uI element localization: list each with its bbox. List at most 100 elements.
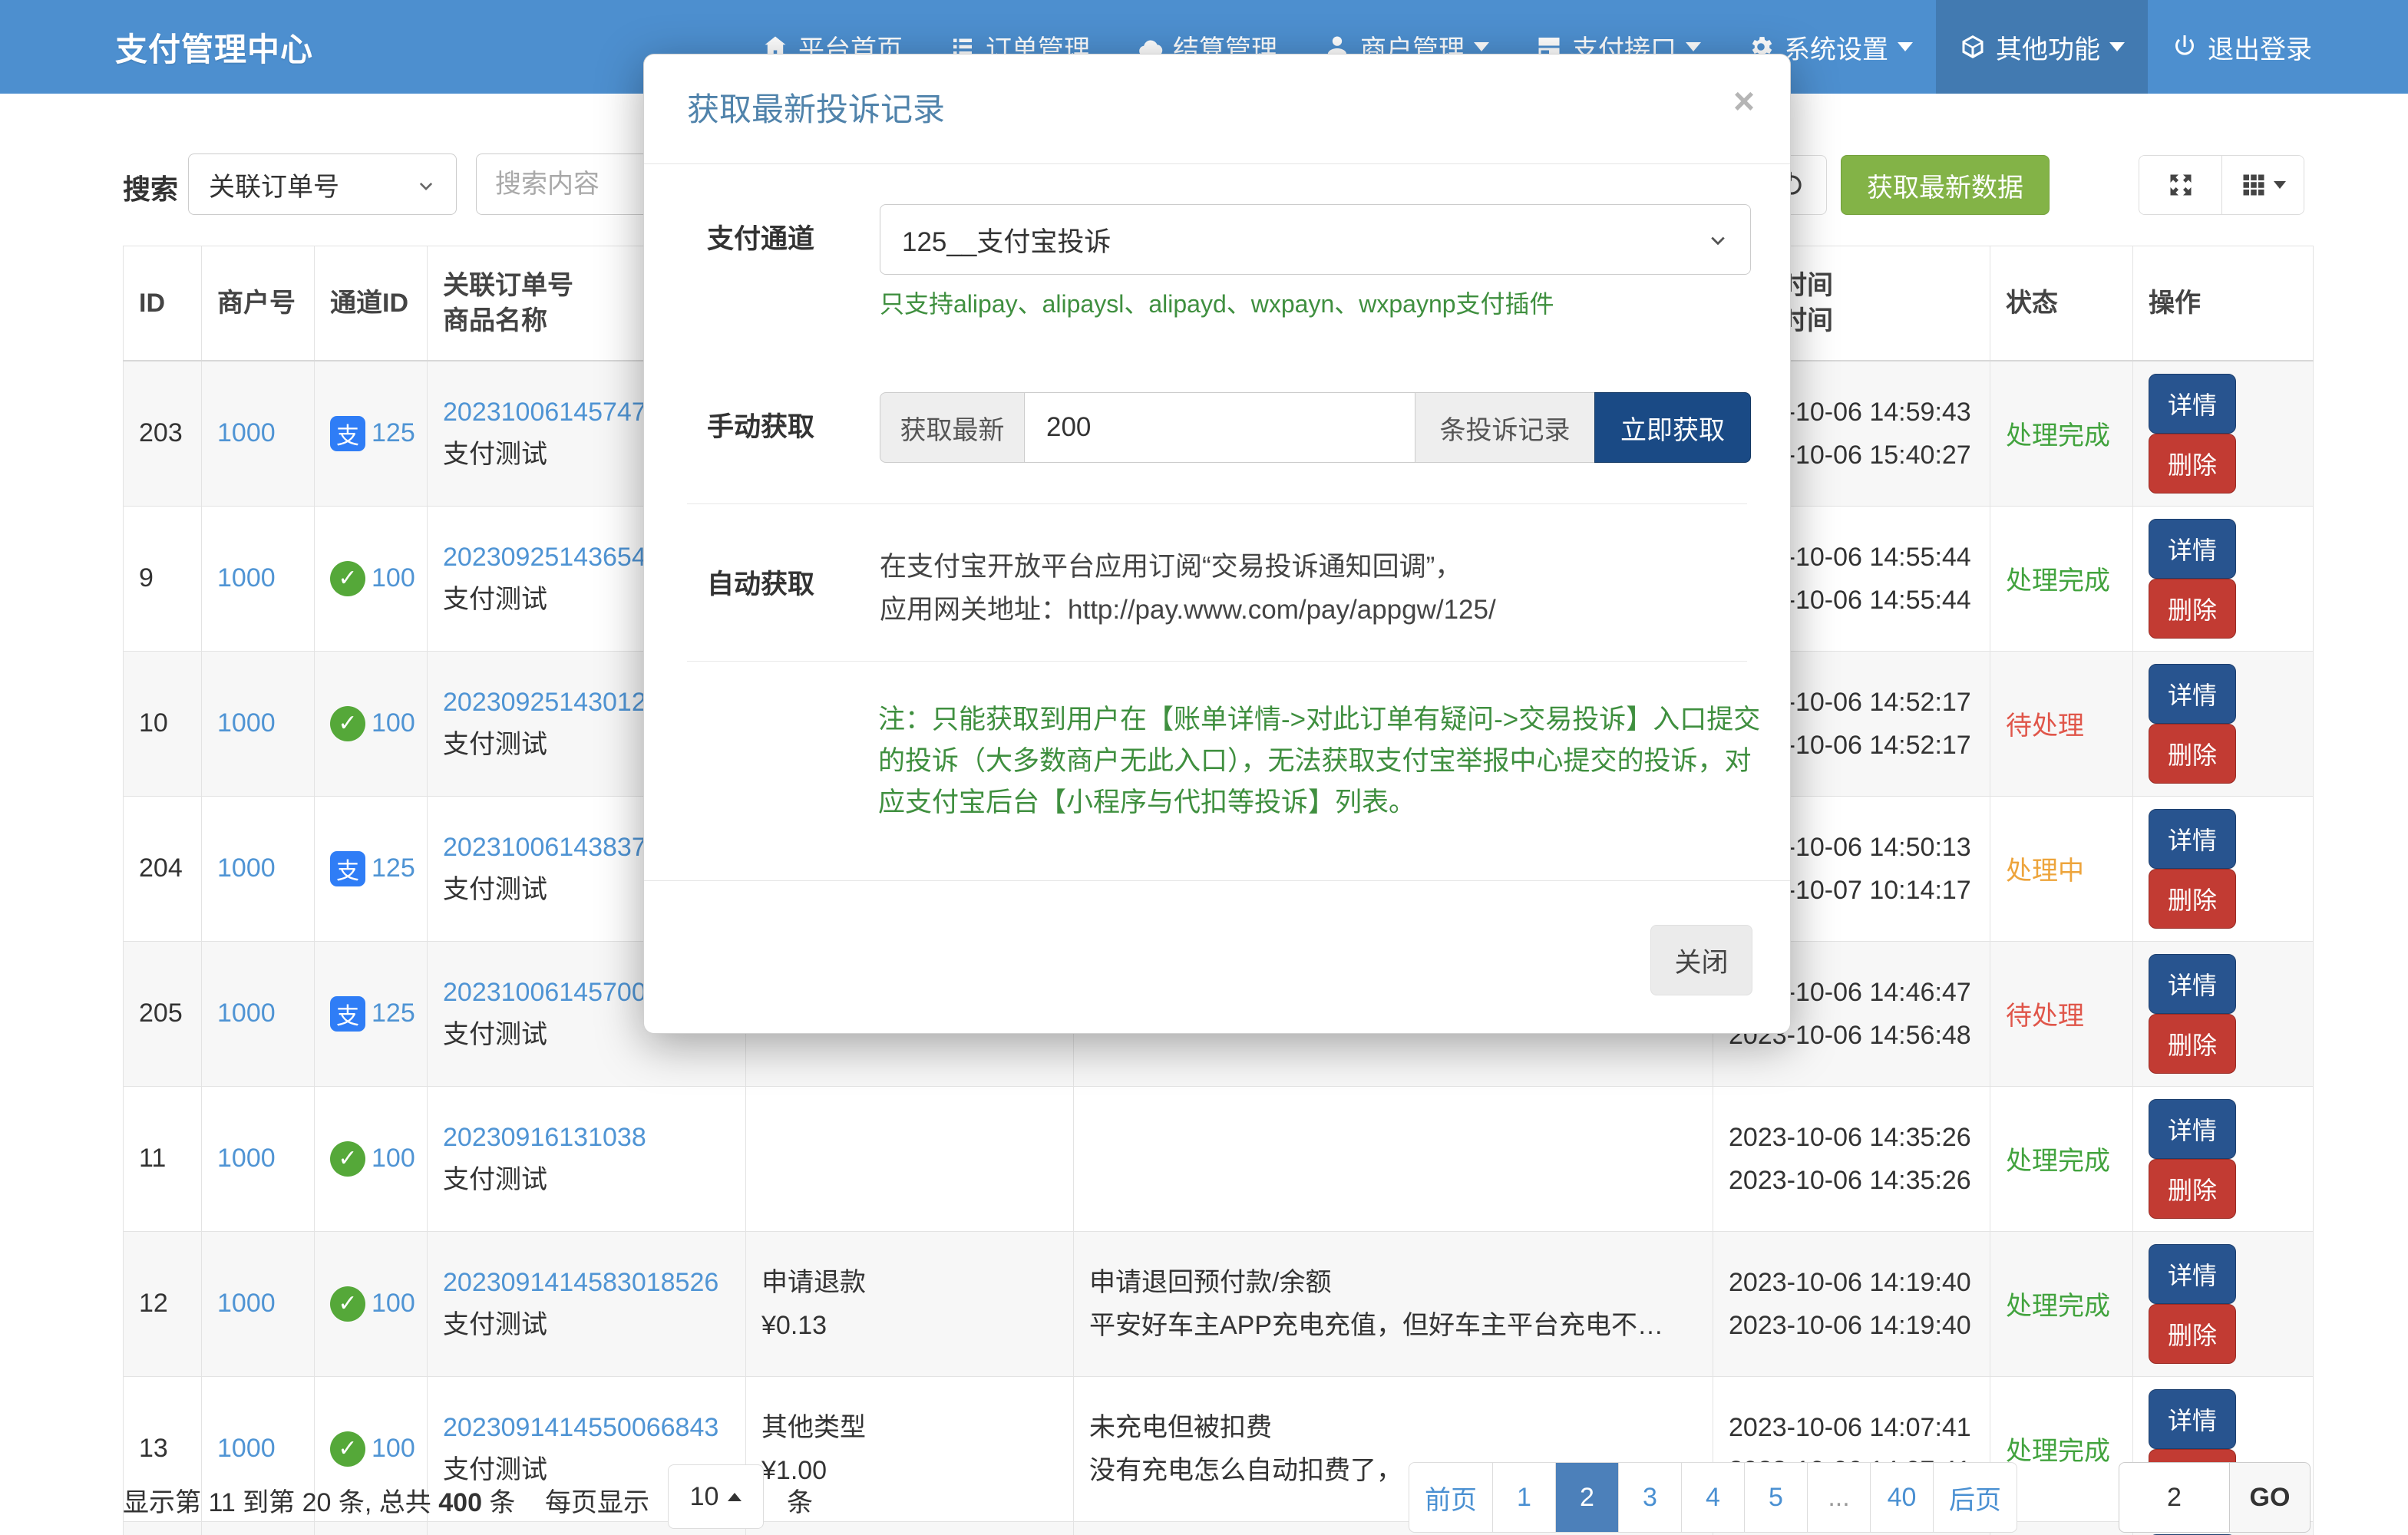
delete-button[interactable]: 删除 xyxy=(2149,869,2236,929)
order-number-link[interactable]: 20231006145747 xyxy=(443,398,646,427)
complaint-reason: 未充电但被扣费 xyxy=(1089,1406,1697,1449)
cell-actions: 详情删除 xyxy=(2133,506,2314,651)
cube-icon xyxy=(1959,33,1987,61)
alipay-channel-icon: 支 xyxy=(330,416,365,451)
payment-channel-select[interactable]: 125__支付宝投诉 xyxy=(880,204,1751,275)
cell-order: 20230916131038 支付测试 xyxy=(428,1086,746,1231)
delete-button[interactable]: 删除 xyxy=(2149,1304,2236,1364)
channel-id-link[interactable]: 125 xyxy=(372,418,415,448)
detail-button[interactable]: 详情 xyxy=(2149,664,2236,724)
status-badge: 处理完成 xyxy=(2006,1437,2110,1466)
column-header: 操作 xyxy=(2133,246,2314,361)
detail-button[interactable]: 详情 xyxy=(2149,1389,2236,1449)
delete-button[interactable]: 删除 xyxy=(2149,724,2236,784)
delete-button[interactable]: 删除 xyxy=(2149,579,2236,639)
complaint-amount: ¥0.13 xyxy=(761,1304,1058,1347)
cell-channel: 支 125 xyxy=(315,796,428,941)
fetch-complaints-modal: 获取最新投诉记录 × 支付通道 125__支付宝投诉 只支持alipay、ali… xyxy=(643,54,1791,1034)
record-stats: 显示第 11 到第 20 条, 总共 400 条 xyxy=(123,1481,515,1519)
delete-button[interactable]: 删除 xyxy=(2149,1014,2236,1074)
grid-icon xyxy=(2240,171,2268,199)
close-icon[interactable]: × xyxy=(1733,84,1755,120)
status-badge: 待处理 xyxy=(2006,1002,2084,1031)
fetch-now-button[interactable]: 立即获取 xyxy=(1594,392,1751,463)
channel-id-link[interactable]: 100 xyxy=(372,708,415,738)
cell-id: 11 xyxy=(124,1086,202,1231)
delete-button[interactable]: 删除 xyxy=(2149,434,2236,494)
caret-down-icon xyxy=(1898,42,1913,51)
cell-actions: 详情删除 xyxy=(2133,1086,2314,1231)
channel-id-link[interactable]: 100 xyxy=(372,1434,415,1464)
product-name: 支付测试 xyxy=(443,1158,730,1201)
power-icon xyxy=(2171,33,2198,61)
search-type-select[interactable]: 关联订单号 xyxy=(188,154,457,215)
cell-merchant: 1000 xyxy=(202,1086,315,1231)
channel-id-link[interactable]: 125 xyxy=(372,853,415,883)
status-badge: 待处理 xyxy=(2006,711,2084,741)
page-size-select[interactable]: 10 xyxy=(668,1464,764,1529)
column-header: 状态 xyxy=(1990,246,2133,361)
nav-item-退出登录[interactable]: 退出登录 xyxy=(2148,0,2335,94)
page-jump-go-button[interactable]: GO xyxy=(2230,1462,2311,1533)
wechat-channel-icon: ✓ xyxy=(330,1431,365,1467)
page-button[interactable]: 3 xyxy=(1618,1463,1681,1532)
cell-id: 12 xyxy=(124,1231,202,1376)
detail-button[interactable]: 详情 xyxy=(2149,374,2236,434)
fetch-latest-data-button[interactable]: 获取最新数据 xyxy=(1841,155,2050,215)
cell-id: 204 xyxy=(124,796,202,941)
order-number-link[interactable]: 20230916131038 xyxy=(443,1123,646,1152)
cell-channel: ✓ 100 xyxy=(315,1086,428,1231)
page-button[interactable]: 4 xyxy=(1681,1463,1744,1532)
page-button[interactable]: 1 xyxy=(1492,1463,1555,1532)
modal-close-button[interactable]: 关闭 xyxy=(1650,925,1752,995)
merchant-link[interactable]: 1000 xyxy=(217,708,276,738)
cell-status: 处理完成 xyxy=(1990,361,2133,507)
channel-id-link[interactable]: 125 xyxy=(372,999,415,1028)
detail-button[interactable]: 详情 xyxy=(2149,809,2236,869)
order-number-link[interactable]: 20231006145700 xyxy=(443,978,646,1007)
order-number-link[interactable]: 20230925143012 xyxy=(443,688,646,717)
caret-up-icon xyxy=(728,1493,742,1501)
detail-button[interactable]: 详情 xyxy=(2149,954,2236,1014)
detail-button[interactable]: 详情 xyxy=(2149,519,2236,579)
page-button[interactable]: 后页 xyxy=(1933,1463,2017,1532)
cell-merchant: 1000 xyxy=(202,1231,315,1376)
merchant-link[interactable]: 1000 xyxy=(217,1144,276,1173)
page-button-active[interactable]: 2 xyxy=(1555,1463,1618,1532)
delete-button[interactable]: 删除 xyxy=(2149,1159,2236,1219)
page-jump-input[interactable] xyxy=(2119,1462,2230,1533)
merchant-link[interactable]: 1000 xyxy=(217,1289,276,1318)
merchant-link[interactable]: 1000 xyxy=(217,999,276,1028)
page-button[interactable]: 5 xyxy=(1744,1463,1807,1532)
merchant-link[interactable]: 1000 xyxy=(217,563,276,593)
order-number-link[interactable]: 2023091414583018526 xyxy=(443,1268,718,1297)
page-button[interactable]: 40 xyxy=(1870,1463,1933,1532)
complaint-id: 11 xyxy=(139,1144,166,1173)
modal-title: 获取最新投诉记录 xyxy=(687,54,945,164)
detail-button[interactable]: 详情 xyxy=(2149,1099,2236,1159)
merchant-link[interactable]: 1000 xyxy=(217,1434,276,1463)
fullscreen-button[interactable] xyxy=(2139,156,2221,214)
updated-time: 2023-10-06 14:35:26 xyxy=(1729,1159,1974,1202)
order-number-link[interactable]: 20231006143837 xyxy=(443,833,646,862)
pagination: 前页12345...40后页 xyxy=(1409,1462,2017,1533)
columns-button[interactable] xyxy=(2221,156,2304,214)
merchant-link[interactable]: 1000 xyxy=(217,418,276,447)
status-badge: 处理完成 xyxy=(2006,1292,2110,1321)
merchant-link[interactable]: 1000 xyxy=(217,853,276,883)
detail-button[interactable]: 详情 xyxy=(2149,1244,2236,1304)
cell-status: 处理完成 xyxy=(1990,1231,2133,1376)
channel-id-link[interactable]: 100 xyxy=(372,563,415,593)
channel-id-link[interactable]: 100 xyxy=(372,1144,415,1174)
nav-item-其他功能[interactable]: 其他功能 xyxy=(1936,0,2148,94)
fetch-count-input[interactable] xyxy=(1024,392,1415,463)
order-number-link[interactable]: 2023091414550066843 xyxy=(443,1413,718,1442)
order-number-link[interactable]: 20230925143654 xyxy=(443,543,646,572)
complaint-id: 205 xyxy=(139,999,183,1028)
manual-fetch-group: 获取最新 条投诉记录 立即获取 xyxy=(880,392,1751,463)
cell-channel: ✓ 100 xyxy=(315,651,428,796)
channel-id-link[interactable]: 100 xyxy=(372,1289,415,1319)
column-header: 通道ID xyxy=(315,246,428,361)
page-button[interactable]: 前页 xyxy=(1409,1463,1492,1532)
cell-complaint-type: 申请退款 ¥0.13 xyxy=(746,1231,1074,1376)
